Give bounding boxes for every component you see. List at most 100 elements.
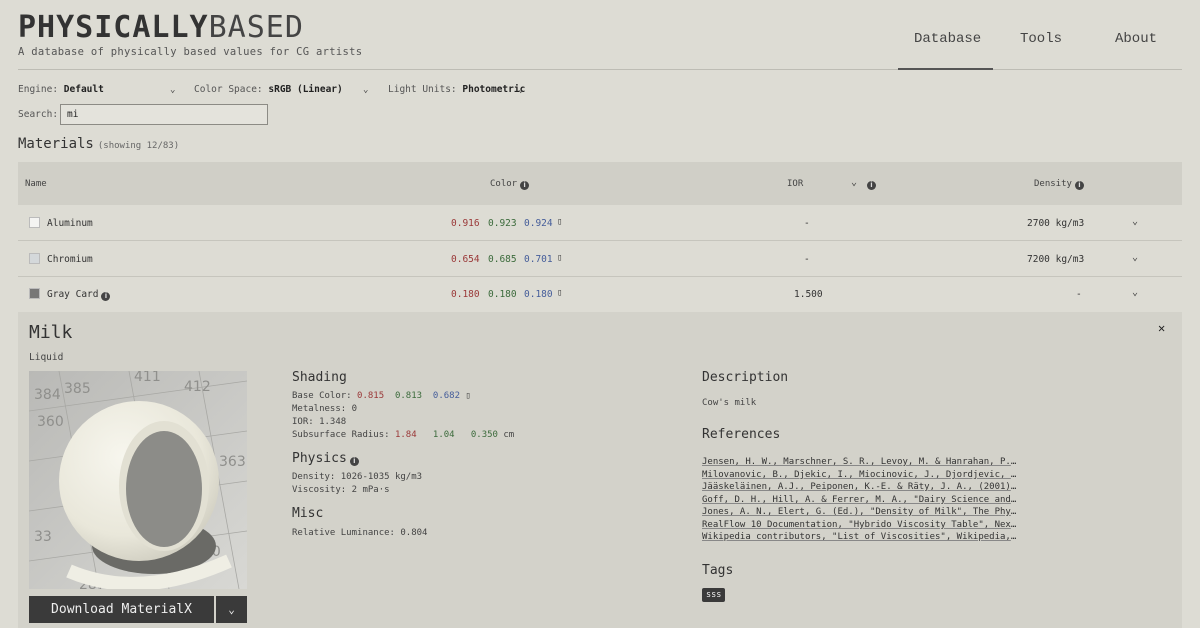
col-color-label: Color: [490, 179, 517, 189]
color-swatch: [29, 288, 40, 299]
color-g: 0.180: [488, 289, 517, 300]
ior-value: -: [804, 218, 810, 229]
color-r: 0.180: [451, 289, 480, 300]
reference-link[interactable]: Jensen, H. W., Marschner, S. R., Levoy, …: [702, 457, 1018, 467]
close-icon[interactable]: ✕: [1158, 321, 1165, 335]
reference-link[interactable]: Wikipedia contributors, "List of Viscosi…: [702, 532, 1018, 542]
subsurface-radius-row: Subsurface Radius: 1.84 1.04 0.350 cm: [292, 430, 514, 440]
search-input[interactable]: [60, 104, 268, 125]
colorspace-label: Color Space:: [194, 84, 263, 95]
viscosity-row: Viscosity: 2 mPa·s: [292, 485, 390, 495]
density-value: -: [1076, 289, 1082, 300]
lightunits-label: Light Units:: [388, 84, 457, 95]
copy-clipboard-icon[interactable]: ▯: [557, 253, 562, 263]
materials-title: Materials: [18, 136, 94, 152]
ssr-r: 1.84: [395, 430, 417, 440]
col-header-ior[interactable]: IOR: [787, 179, 803, 189]
info-icon[interactable]: i: [1075, 181, 1084, 190]
expand-chevron-down-icon[interactable]: ⌄: [1132, 252, 1138, 263]
logo-bold-text: PHYSICALLY: [18, 10, 209, 45]
table-row[interactable]: [18, 277, 1182, 313]
svg-text:360: 360: [37, 414, 64, 430]
copy-clipboard-icon[interactable]: ▯: [557, 288, 562, 298]
info-icon[interactable]: i: [867, 181, 876, 190]
reference-link[interactable]: Goff, D. H., Hill, A. & Ferrer, M. A., "…: [702, 495, 1018, 505]
nav-tools[interactable]: Tools: [1020, 31, 1062, 47]
svg-text:412: 412: [184, 379, 211, 395]
table-row[interactable]: [18, 241, 1182, 277]
base-color-row: Base Color: 0.815 0.813 0.682 ▯: [292, 391, 471, 401]
base-color-b: 0.682: [433, 391, 460, 401]
ssr-label: Subsurface Radius:: [292, 430, 390, 440]
color-r: 0.654: [451, 254, 480, 265]
ior-value: 1.500: [794, 289, 823, 300]
ssr-b: 0.350: [471, 430, 498, 440]
shading-heading: Shading: [292, 370, 347, 385]
reference-link[interactable]: Jones, A. N., Elert, G. (Ed.), "Density …: [702, 507, 1018, 517]
col-density-label: Density: [1034, 179, 1072, 189]
detail-category: Liquid: [29, 352, 63, 363]
density-value: 7200 kg/m3: [1027, 254, 1084, 265]
expand-chevron-down-icon[interactable]: ⌄: [1132, 287, 1138, 298]
color-g: 0.685: [488, 254, 517, 265]
material-preview-image: 384385411 412360363 31033287: [29, 371, 247, 589]
info-icon[interactable]: i: [350, 457, 359, 466]
col-header-name[interactable]: Name: [25, 179, 47, 189]
material-name[interactable]: Aluminum: [47, 218, 93, 229]
detail-title: Milk: [29, 322, 72, 343]
ssr-unit: cm: [503, 430, 514, 440]
relative-luminance-row: Relative Luminance: 0.804: [292, 528, 427, 538]
density-row: Density: 1026-1035 kg/m3: [292, 472, 422, 482]
color-b: 0.180: [524, 289, 553, 300]
header-divider: [18, 69, 1182, 70]
info-icon[interactable]: i: [101, 292, 110, 301]
nav-database[interactable]: Database: [914, 31, 981, 47]
color-b: 0.701: [524, 254, 553, 265]
svg-text:363: 363: [219, 454, 246, 470]
base-color-label: Base Color:: [292, 391, 352, 401]
lightunits-value: Photometric: [462, 84, 525, 95]
reference-link[interactable]: Milovanovic, B., Djekic, I., Miocinovic,…: [702, 470, 1018, 480]
copy-clipboard-icon[interactable]: ▯: [557, 217, 562, 227]
nav-about[interactable]: About: [1115, 31, 1157, 47]
col-header-density[interactable]: Densityi: [1034, 179, 1084, 190]
lightunits-select[interactable]: Light Units: Photometric: [388, 84, 525, 95]
svg-text:411: 411: [134, 371, 161, 385]
tags-heading: Tags: [702, 563, 733, 578]
expand-chevron-down-icon[interactable]: ⌄: [1132, 216, 1138, 227]
ior-info[interactable]: i: [864, 179, 876, 190]
nav-active-indicator: [898, 68, 993, 70]
table-row[interactable]: [18, 205, 1182, 241]
milk-shaderball-illustration: 384385411 412360363 31033287: [29, 371, 247, 589]
copy-clipboard-icon[interactable]: ▯: [465, 391, 470, 401]
logo-light-text: BASED: [209, 10, 304, 45]
search-label: Search:: [18, 109, 58, 120]
engine-chevron-down-icon[interactable]: ⌄: [170, 85, 175, 95]
ior-row: IOR: 1.348: [292, 417, 346, 427]
info-icon[interactable]: i: [520, 181, 529, 190]
site-logo[interactable]: PHYSICALLYBASED: [18, 10, 304, 46]
colorspace-chevron-down-icon[interactable]: ⌄: [363, 85, 368, 95]
svg-text:33: 33: [34, 529, 52, 545]
lightunits-chevron-down-icon[interactable]: ⌄: [518, 85, 523, 95]
metalness-row: Metalness: 0: [292, 404, 357, 414]
svg-text:384: 384: [34, 387, 61, 403]
site-tagline: A database of physically based values fo…: [18, 46, 362, 58]
material-name[interactable]: Gray Cardi: [47, 289, 110, 301]
download-materialx-button[interactable]: Download MaterialX: [29, 596, 214, 623]
col-header-color[interactable]: Colori: [490, 179, 529, 190]
materials-count: (showing 12/83): [98, 141, 179, 151]
material-name[interactable]: Chromium: [47, 254, 93, 265]
sort-chevron-down-icon[interactable]: ⌄: [851, 177, 857, 188]
reference-link[interactable]: Jääskeläinen, A.J., Peiponen, K.-E. & Rä…: [702, 482, 1018, 492]
reference-link[interactable]: RealFlow 10 Documentation, "Hybrido Visc…: [702, 520, 1018, 530]
download-options-chevron-down-icon[interactable]: ⌄: [216, 596, 247, 623]
engine-select[interactable]: Engine: Default: [18, 84, 104, 95]
colorspace-select[interactable]: Color Space: sRGB (Linear): [194, 84, 343, 95]
density-value: 2700 kg/m3: [1027, 218, 1084, 229]
color-r: 0.916: [451, 218, 480, 229]
references-heading: References: [702, 427, 780, 442]
tag-badge[interactable]: sss: [702, 588, 725, 602]
color-swatch: [29, 217, 40, 228]
color-swatch: [29, 253, 40, 264]
